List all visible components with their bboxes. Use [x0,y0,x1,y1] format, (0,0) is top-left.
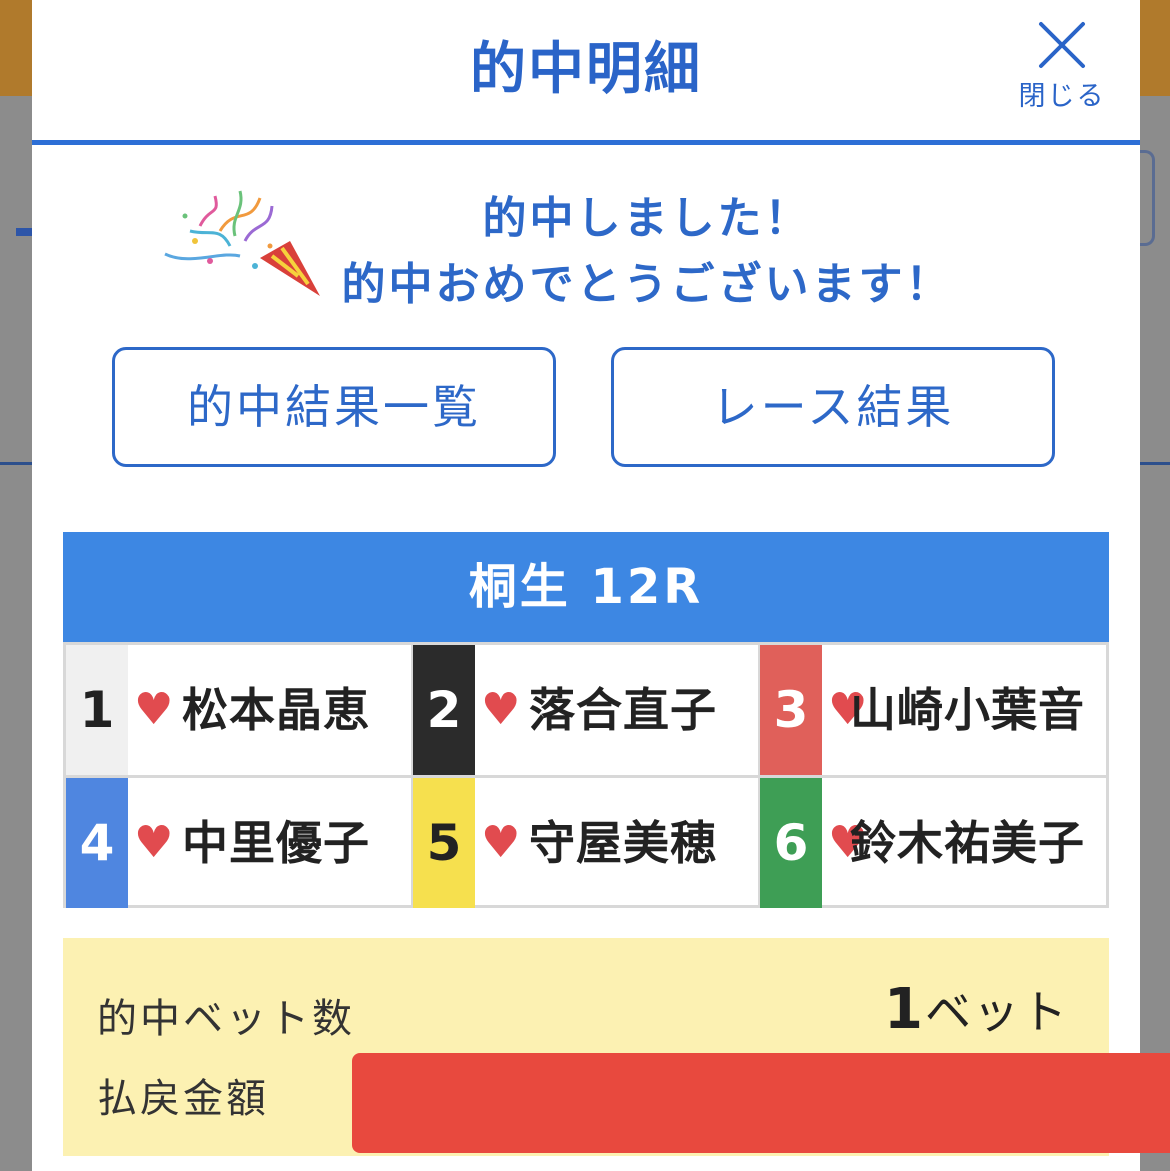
bet-count-unit: ベット [925,985,1069,1039]
bet-count-value: 1ベット [884,976,1069,1042]
racer-name: 松本晶恵 [182,683,370,737]
racer-number: 1 [66,645,128,775]
congrats-line-1: 的中しました！ [482,193,812,244]
racer-number: 5 [413,778,475,908]
hit-details-modal: 的中明細 閉じる 的中しました！ 的中おめでとうございます！ 的中結果一覧 レー… [32,0,1170,1171]
racer-name: 落合直子 [529,683,717,737]
racer-cell: 1 ♥ 松本晶恵 [66,645,414,775]
racer-cell: 5 ♥ 守屋美穂 [413,778,761,908]
racer-cell: 3 ♥ 山崎小葉音 [760,645,1105,775]
racer-name: 鈴木祐美子 [850,816,1085,870]
race-results-button[interactable]: レース結果 [611,347,1055,467]
racer-cell: 6 ♥ 鈴木祐美子 [760,778,1105,908]
congrats-message: 的中しました！ 的中おめでとうございます！ [322,186,972,318]
bet-count-label: 的中ベット数 [97,996,355,1042]
heart-icon[interactable]: ♥ [134,645,173,775]
close-button[interactable]: 閉じる [1012,18,1112,118]
racer-cell: 4 ♥ 中里優子 [66,778,414,908]
redacted-payout-amount [352,1053,1170,1153]
racer-name: 守屋美穂 [529,816,717,870]
congrats-line-2: 的中おめでとうございます！ [341,259,953,310]
racer-number: 2 [413,645,475,775]
heart-icon[interactable]: ♥ [134,778,173,908]
close-x-icon [1039,22,1085,68]
bet-count-number: 1 [884,977,925,1042]
close-label: 閉じる [1018,81,1106,112]
modal-title: 的中明細 [470,37,702,102]
hit-results-list-button[interactable]: 的中結果一覧 [112,347,556,467]
racer-grid: 1 ♥ 松本晶恵 2 ♥ 落合直子 3 ♥ 山崎小葉音 4 ♥ 中里優子 5 ♥… [63,642,1109,908]
background-divider [1140,462,1170,465]
payout-label: 払戻金額 [97,1076,269,1122]
party-popper-icon [164,190,320,296]
racer-number: 4 [66,778,128,908]
racer-name: 中里優子 [182,816,370,870]
racer-name: 山崎小葉音 [850,683,1085,737]
heart-icon[interactable]: ♥ [481,778,520,908]
modal-header: 的中明細 閉じる [32,0,1140,145]
racer-number: 6 [760,778,822,908]
racer-cell: 2 ♥ 落合直子 [413,645,761,775]
heart-icon[interactable]: ♥ [481,645,520,775]
race-title: 桐生 12R [63,532,1109,642]
racer-number: 3 [760,645,822,775]
